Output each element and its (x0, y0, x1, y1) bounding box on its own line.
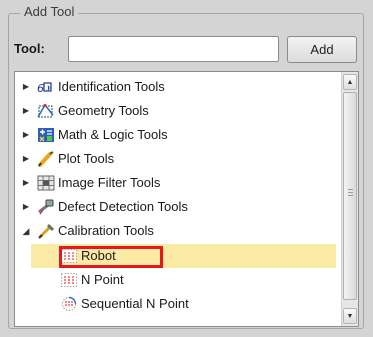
grip-icon (348, 189, 353, 198)
highlight-annotation-box (59, 246, 163, 268)
tree-item-label: Identification Tools (58, 79, 165, 94)
tree-item-label: Calibration Tools (58, 223, 154, 238)
math-logic-icon (37, 127, 55, 143)
tree-item-math-logic-tools[interactable]: ▶ Math & Logic Tools (15, 123, 168, 147)
tree-item-label: Defect Detection Tools (58, 199, 188, 214)
image-filter-icon (37, 175, 55, 191)
tree-item-calibration-tools[interactable]: ◢ Calibration Tools (15, 219, 154, 243)
scroll-down-icon[interactable]: ▼ (343, 308, 357, 324)
tree-item-label: N Point (81, 272, 124, 287)
add-button[interactable]: Add (287, 36, 357, 63)
identification-icon: 6 (37, 79, 55, 95)
n-point-icon (60, 272, 78, 288)
tree-item-label: Plot Tools (58, 151, 115, 166)
tree-item-plot-tools[interactable]: ▶ Plot Tools (15, 147, 114, 171)
tree-item-label: Image Filter Tools (58, 175, 161, 190)
collapse-arrow-icon[interactable]: ◢ (21, 219, 31, 243)
expand-arrow-icon[interactable]: ▶ (21, 123, 31, 147)
tree-item-sequential-n-point[interactable]: Sequential N Point (60, 292, 189, 316)
tree-item-label: Geometry Tools (58, 103, 149, 118)
tool-input[interactable] (68, 36, 279, 62)
tree-scrollbar[interactable]: ▲ ▼ (341, 72, 358, 326)
tree-item-n-point[interactable]: N Point (60, 268, 124, 292)
add-tool-title: Add Tool (20, 3, 79, 21)
scroll-up-icon[interactable]: ▲ (343, 74, 357, 90)
calibration-icon (37, 223, 55, 239)
sequential-n-point-icon (60, 296, 78, 312)
expand-arrow-icon[interactable]: ▶ (21, 99, 31, 123)
expand-arrow-icon[interactable]: ▶ (21, 75, 31, 99)
tree-item-geometry-tools[interactable]: ▶ Geometry Tools (15, 99, 149, 123)
expand-arrow-icon[interactable]: ▶ (21, 195, 31, 219)
tool-label: Tool: (14, 41, 45, 56)
tree-item-label: Math & Logic Tools (58, 127, 168, 142)
tree-item-label: Sequential N Point (81, 296, 189, 311)
tool-tree[interactable]: ▶ 6 Identification Tools ▶ Geometry Tool… (14, 71, 359, 327)
tree-item-defect-detection-tools[interactable]: ▶ Defect Detection Tools (15, 195, 188, 219)
expand-arrow-icon[interactable]: ▶ (21, 147, 31, 171)
tree-item-image-filter-tools[interactable]: ▶ Image Filter Tools (15, 171, 160, 195)
scrollbar-thumb[interactable] (343, 92, 357, 300)
tree-item-identification-tools[interactable]: ▶ 6 Identification Tools (15, 75, 165, 99)
expand-arrow-icon[interactable]: ▶ (21, 171, 31, 195)
plot-icon (37, 151, 55, 167)
geometry-icon (37, 103, 55, 119)
defect-detection-icon (37, 199, 55, 215)
svg-text:6: 6 (37, 82, 44, 94)
